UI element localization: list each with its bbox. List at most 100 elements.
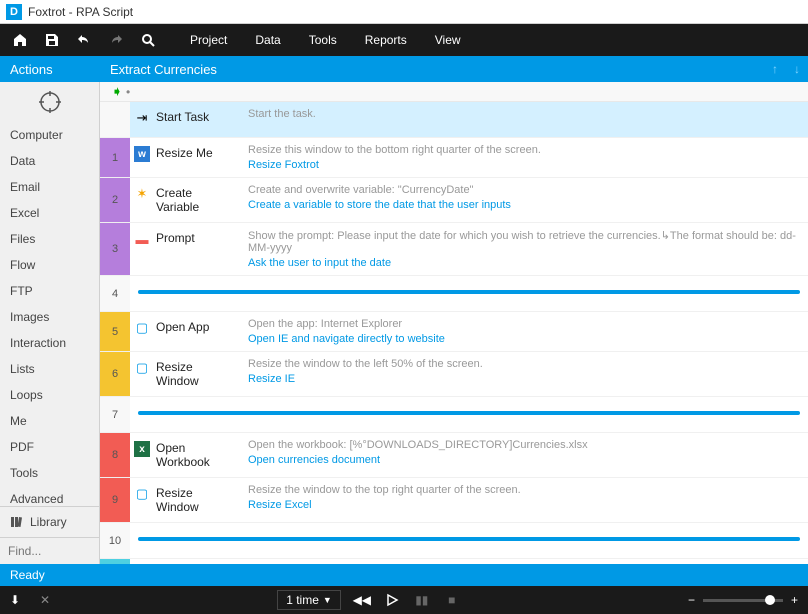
- speed-slider-wrap: − +: [678, 593, 808, 607]
- down-icon[interactable]: ↓: [786, 62, 808, 76]
- repeat-label: 1 time: [286, 593, 319, 607]
- step-name: Resize Window: [156, 486, 236, 514]
- category-loops[interactable]: Loops: [0, 382, 99, 408]
- category-tools[interactable]: Tools: [0, 460, 99, 486]
- step-icon: w: [134, 146, 150, 162]
- step-description: Create and overwrite variable: "Currency…: [248, 184, 800, 196]
- start-arrow-icon[interactable]: ➧: [108, 83, 126, 100]
- step-number: 8: [100, 433, 130, 477]
- step-icon: ▢: [134, 320, 150, 336]
- step-icon: ✶: [134, 186, 150, 202]
- category-excel[interactable]: Excel: [0, 200, 99, 226]
- home-icon[interactable]: [4, 24, 36, 56]
- step-number: 3: [100, 223, 130, 275]
- step-number: 4: [100, 276, 130, 311]
- category-flow[interactable]: Flow: [0, 252, 99, 278]
- library-label: Library: [30, 515, 67, 529]
- separator: [138, 537, 800, 541]
- plus-icon[interactable]: +: [791, 593, 798, 607]
- menu-reports[interactable]: Reports: [351, 24, 421, 56]
- category-images[interactable]: Images: [0, 304, 99, 330]
- category-files[interactable]: Files: [0, 226, 99, 252]
- step-number: 11: [100, 559, 130, 564]
- step-description: Open the workbook: [%°DOWNLOADS_DIRECTOR…: [248, 439, 800, 451]
- category-advanced[interactable]: Advanced: [0, 486, 99, 506]
- step-link[interactable]: Ask the user to input the date: [248, 257, 800, 269]
- step-icon: ⇥: [134, 110, 150, 126]
- separator: [138, 411, 800, 415]
- slider-thumb[interactable]: [765, 595, 775, 605]
- library-button[interactable]: Library: [0, 506, 99, 537]
- category-ftp[interactable]: FTP: [0, 278, 99, 304]
- step-name: Open App: [156, 320, 209, 334]
- separator: [138, 290, 800, 294]
- step-description: Open the app: Internet Explorer: [248, 318, 800, 330]
- step-name: Open Workbook: [156, 441, 236, 469]
- step-link[interactable]: Open IE and navigate directly to website: [248, 333, 800, 345]
- step-name: Create Variable: [156, 186, 236, 214]
- up-icon[interactable]: ↑: [764, 62, 786, 76]
- step-row[interactable]: 11⌕SearchSearch for and select: [?CInt([…: [100, 559, 808, 564]
- save-icon[interactable]: [36, 24, 68, 56]
- step-number: 7: [100, 397, 130, 432]
- speed-slider[interactable]: [703, 599, 783, 602]
- target-icon[interactable]: [0, 82, 99, 122]
- find-box: [0, 537, 99, 564]
- step-link[interactable]: Resize Excel: [248, 499, 800, 511]
- category-pdf[interactable]: PDF: [0, 434, 99, 460]
- category-me[interactable]: Me: [0, 408, 99, 434]
- menu-data[interactable]: Data: [241, 24, 294, 56]
- find-input[interactable]: [8, 544, 91, 558]
- titlebar: D Foxtrot - RPA Script: [0, 0, 808, 24]
- script-header: Extract Currencies: [100, 62, 764, 77]
- step-link[interactable]: Open currencies document: [248, 454, 800, 466]
- search-icon[interactable]: [132, 24, 164, 56]
- step-row[interactable]: 2✶ Create Variable Create and overwrite va…: [100, 178, 808, 223]
- step-number: 10: [100, 523, 130, 558]
- step-number: 1: [100, 138, 130, 177]
- menu-project[interactable]: Project: [176, 24, 241, 56]
- step-row[interactable]: 4: [100, 276, 808, 312]
- step-icon: ▬: [134, 231, 150, 247]
- step-row[interactable]: 10: [100, 523, 808, 559]
- step-row[interactable]: 9▢Resize WindowResize the window to the …: [100, 478, 808, 523]
- step-row[interactable]: 6▢Resize WindowResize the window to the …: [100, 352, 808, 397]
- step-description: Start the task.: [248, 108, 800, 120]
- step-description: Resize this window to the bottom right q…: [248, 144, 800, 156]
- step-row[interactable]: 8xOpen WorkbookOpen the workbook: [%°DOW…: [100, 433, 808, 478]
- script-area: ➧ • ⇥ Start Task Start the task. 1w Resize M…: [100, 82, 808, 564]
- category-computer[interactable]: Computer: [0, 122, 99, 148]
- step-link[interactable]: Create a variable to store the date that…: [248, 199, 800, 211]
- step-row[interactable]: 1w Resize Me Resize this window to the bot…: [100, 138, 808, 178]
- step-name: Resize Me: [156, 146, 213, 160]
- category-lists[interactable]: Lists: [0, 356, 99, 382]
- step-row[interactable]: 7: [100, 397, 808, 433]
- step-row[interactable]: ⇥ Start Task Start the task.: [100, 102, 808, 138]
- step-number: 6: [100, 352, 130, 396]
- step-number: 2: [100, 178, 130, 222]
- step-link[interactable]: Resize Foxtrot: [248, 159, 800, 171]
- menu-tools[interactable]: Tools: [295, 24, 351, 56]
- step-row[interactable]: 5▢Open AppOpen the app: Internet Explore…: [100, 312, 808, 352]
- step-description: Show the prompt: Please input the date f…: [248, 229, 800, 254]
- minus-icon[interactable]: −: [688, 593, 695, 607]
- category-list: ComputerDataEmailExcelFilesFlowFTPImages…: [0, 122, 99, 506]
- undo-icon[interactable]: [68, 24, 100, 56]
- breakpoint-dot[interactable]: •: [126, 85, 138, 99]
- step-description: Resize the window to the left 50% of the…: [248, 358, 800, 370]
- window-title: Foxtrot - RPA Script: [28, 5, 133, 19]
- chevron-down-icon: ▼: [323, 595, 332, 605]
- category-email[interactable]: Email: [0, 174, 99, 200]
- repeat-selector[interactable]: 1 time ▼: [277, 590, 341, 610]
- step-link[interactable]: Resize IE: [248, 373, 800, 385]
- app-logo: D: [6, 4, 22, 20]
- step-name: Prompt: [156, 231, 195, 245]
- category-interaction[interactable]: Interaction: [0, 330, 99, 356]
- step-row[interactable]: 3▬ Prompt Show the prompt: Please input th…: [100, 223, 808, 276]
- category-data[interactable]: Data: [0, 148, 99, 174]
- main-toolbar: Project Data Tools Reports View: [0, 24, 808, 56]
- redo-icon[interactable]: [100, 24, 132, 56]
- menu-view[interactable]: View: [421, 24, 475, 56]
- header-bar: Actions Extract Currencies ↑ ↓: [0, 56, 808, 82]
- step-name: Start Task: [156, 110, 209, 124]
